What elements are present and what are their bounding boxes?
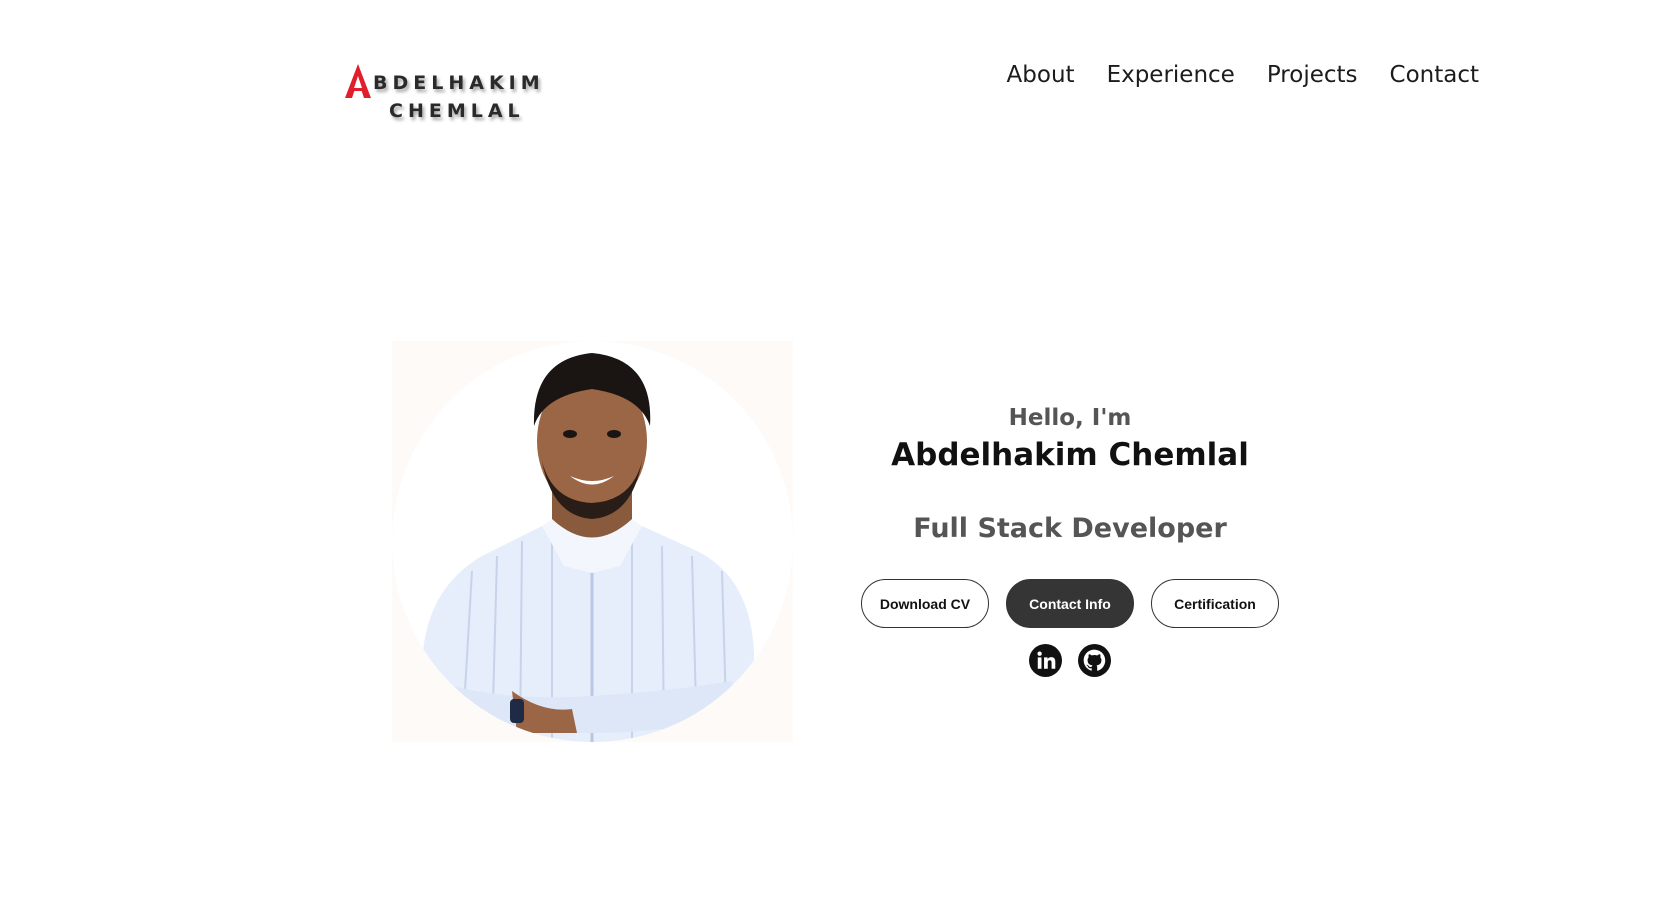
page: BDELHAKIM CHEMLAL About Experience Proje…: [0, 0, 1661, 909]
linkedin-icon[interactable]: [1029, 644, 1062, 677]
nav-projects[interactable]: Projects: [1267, 62, 1358, 88]
contact-info-button[interactable]: Contact Info: [1006, 579, 1134, 628]
download-cv-button[interactable]: Download CV: [861, 579, 989, 628]
github-icon[interactable]: [1078, 644, 1111, 677]
logo-line-1: BDELHAKIM: [373, 72, 545, 94]
hero-buttons: Download CV Contact Info Certification: [861, 579, 1279, 628]
nav-experience[interactable]: Experience: [1107, 62, 1235, 88]
certification-button[interactable]: Certification: [1151, 579, 1279, 628]
hero-title: Full Stack Developer: [913, 513, 1227, 544]
profile-photo-illustration: [422, 353, 755, 742]
logo-line-2: CHEMLAL: [389, 100, 525, 122]
profile-photo-frame: [392, 341, 793, 742]
nav-contact[interactable]: Contact: [1390, 62, 1479, 88]
nav-about[interactable]: About: [1007, 62, 1075, 88]
main-nav: About Experience Projects Contact: [1007, 62, 1479, 88]
hero-greeting: Hello, I'm: [1008, 405, 1132, 431]
site-logo[interactable]: BDELHAKIM CHEMLAL: [343, 62, 563, 124]
social-links: [1029, 644, 1111, 677]
profile-photo: [392, 341, 793, 742]
logo-a-mark: [345, 64, 371, 98]
hero-text: Hello, I'm Abdelhakim Chemlal Full Stack…: [850, 405, 1290, 544]
hero-name: Abdelhakim Chemlal: [891, 437, 1249, 473]
